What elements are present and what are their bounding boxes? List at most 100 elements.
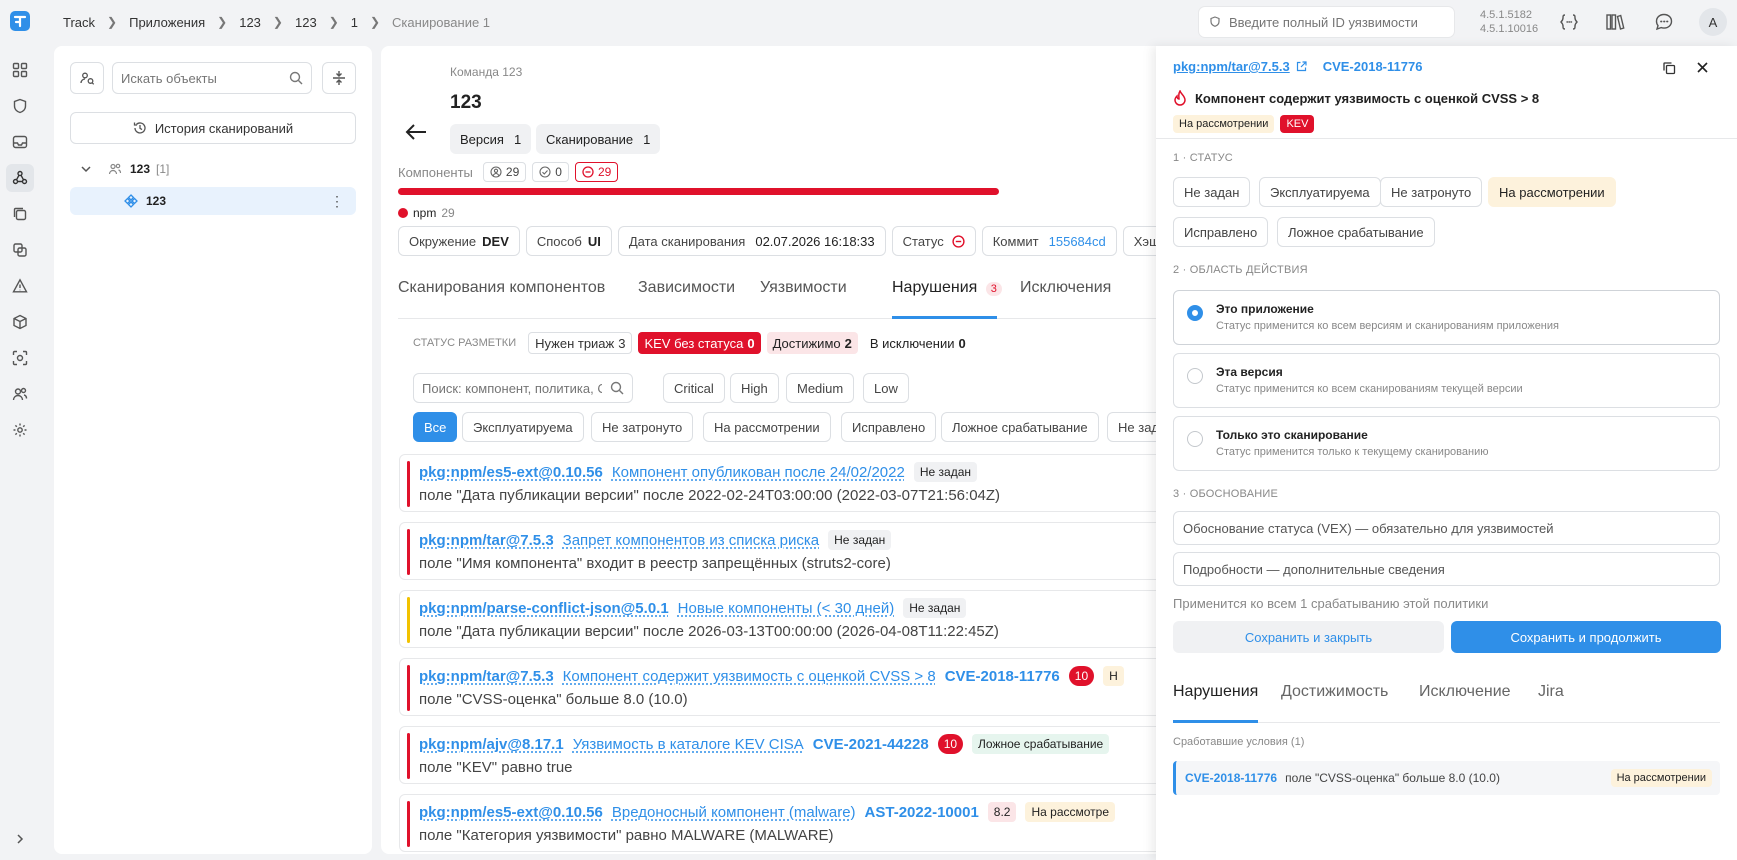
status-filter-all[interactable]: Все — [413, 412, 458, 442]
avatar[interactable]: A — [1699, 8, 1727, 36]
library-icon[interactable] — [1604, 11, 1626, 33]
external-link-icon[interactable] — [1296, 61, 1307, 72]
components-ok[interactable]: 0 — [532, 162, 569, 182]
status-filter-not-affected[interactable]: Не затронуто — [591, 412, 694, 442]
justification-field[interactable] — [1173, 511, 1720, 545]
status-option-not-affected[interactable]: Не затронуто — [1380, 177, 1483, 207]
violations-search-input[interactable] — [422, 380, 602, 396]
violation-package-link[interactable]: pkg:npm/tar@7.5.3 — [419, 668, 554, 685]
scan-icon[interactable] — [11, 349, 29, 367]
users-icon[interactable] — [11, 385, 29, 403]
chevron-down-icon[interactable] — [80, 163, 92, 175]
status-option-exploitable[interactable]: Эксплуатируема — [1259, 177, 1381, 207]
chip-reachable[interactable]: Достижимо 2 — [766, 332, 858, 354]
copy-icon[interactable] — [11, 205, 29, 223]
status-option-resolved[interactable]: Исправлено — [1173, 217, 1269, 247]
violations-search[interactable] — [413, 373, 633, 403]
violation-row[interactable]: pkg:npm/es5-ext@0.10.56 Вредоносный комп… — [399, 794, 1161, 852]
tab-violations[interactable]: Нарушения 3 — [892, 279, 1002, 297]
save-continue-button[interactable]: Сохранить и продолжить — [1451, 621, 1721, 653]
scope-option-version[interactable]: Эта версия Статус применится ко всем ска… — [1173, 353, 1720, 408]
chip-needs-triage[interactable]: Нужен триаж 3 — [528, 332, 633, 354]
components-total[interactable]: 29 — [482, 162, 527, 182]
triggered-condition-row[interactable]: CVE-2018-11776 поле "CVSS-оценка" больше… — [1173, 761, 1720, 795]
collapse-tree-button[interactable] — [322, 62, 356, 94]
violation-package-link[interactable]: pkg:npm/ajv@8.17.1 — [419, 736, 564, 753]
expand-rail-icon[interactable] — [11, 830, 29, 848]
tree-item-app[interactable]: 123 ⋮ — [70, 187, 356, 215]
breadcrumb-item-project[interactable]: 123 — [295, 15, 317, 30]
commit-link[interactable]: 155684cd — [1049, 234, 1106, 249]
violation-package-link[interactable]: pkg:npm/es5-ext@0.10.56 — [419, 804, 603, 821]
package-icon[interactable] — [11, 313, 29, 331]
status-filter-in-triage[interactable]: На рассмотрении — [703, 412, 831, 442]
status-filter-resolved[interactable]: Исправлено — [841, 412, 937, 442]
scan-history-button[interactable]: История сканирований — [70, 112, 356, 144]
settings-icon[interactable] — [11, 421, 29, 439]
shield-icon[interactable] — [11, 97, 29, 115]
scope-option-scan[interactable]: Только это сканирование Статус применитс… — [1173, 416, 1720, 471]
violation-policy-link[interactable]: Запрет компонентов из списка риска — [563, 532, 819, 549]
tab-dependencies[interactable]: Зависимости — [638, 279, 735, 297]
breadcrumb-item-app[interactable]: 123 — [239, 15, 261, 30]
filter-critical[interactable]: Critical — [663, 373, 725, 403]
layers-icon[interactable] — [11, 241, 29, 259]
breadcrumb-item-track[interactable]: Track — [63, 15, 95, 30]
violation-row[interactable]: pkg:npm/parse-conflict-json@5.0.1 Новые … — [399, 590, 1161, 648]
violation-policy-link[interactable]: Уязвимость в каталоге KEV CISA — [573, 736, 804, 753]
more-vertical-icon[interactable]: ⋮ — [330, 194, 344, 208]
save-close-button[interactable]: Сохранить и закрыть — [1173, 621, 1444, 653]
status-option-false-positive[interactable]: Ложное срабатывание — [1277, 217, 1435, 247]
tab-exceptions[interactable]: Исключения — [1020, 279, 1111, 297]
panel-tab-violations[interactable]: Нарушения — [1173, 683, 1258, 701]
logo-icon[interactable] — [9, 10, 31, 32]
version-chip[interactable]: Версия 1 — [450, 124, 532, 154]
breadcrumb-item-version[interactable]: 1 — [351, 15, 358, 30]
status-filter-exploitable[interactable]: Эксплуатируема — [462, 412, 584, 442]
details-input[interactable] — [1183, 561, 1703, 577]
violation-row[interactable]: pkg:npm/ajv@8.17.1 Уязвимость в каталоге… — [399, 726, 1161, 784]
components-violations[interactable]: 29 — [574, 162, 619, 182]
violation-package-link[interactable]: pkg:npm/parse-conflict-json@5.0.1 — [419, 600, 669, 617]
violation-row[interactable]: pkg:npm/es5-ext@0.10.56 Компонент опубли… — [399, 454, 1161, 512]
tab-component-scans[interactable]: Сканирования компонентов — [398, 279, 605, 297]
filter-high[interactable]: High — [730, 373, 779, 403]
components-icon[interactable] — [6, 164, 34, 192]
violation-policy-link[interactable]: Компонент опубликован после 24/02/2022 — [612, 464, 905, 481]
copy-icon[interactable] — [1662, 61, 1676, 75]
justification-input[interactable] — [1183, 520, 1703, 536]
filter-low[interactable]: Low — [863, 373, 909, 403]
status-option-in-triage[interactable]: На рассмотрении — [1488, 177, 1616, 207]
objects-search[interactable] — [112, 62, 312, 94]
panel-tab-exception[interactable]: Исключение — [1419, 683, 1511, 701]
back-arrow-icon[interactable] — [405, 123, 427, 141]
group-filter-button[interactable] — [70, 62, 104, 94]
chip-in-exception[interactable]: В исключении 0 — [864, 332, 972, 354]
chat-icon[interactable] — [1653, 11, 1675, 33]
violation-package-link[interactable]: pkg:npm/es5-ext@0.10.56 — [419, 464, 603, 481]
violation-policy-link[interactable]: Новые компоненты (< 30 дней) — [678, 600, 895, 617]
violation-row[interactable]: pkg:npm/tar@7.5.3 Запрет компонентов из … — [399, 522, 1161, 580]
triggered-cve-link[interactable]: CVE-2018-11776 — [1185, 771, 1277, 785]
violation-policy-link[interactable]: Компонент содержит уязвимость с оценкой … — [563, 668, 936, 685]
violation-cve-link[interactable]: CVE-2021-44228 — [813, 736, 929, 753]
status-option-not-set[interactable]: Не задан — [1173, 177, 1251, 207]
dashboard-icon[interactable] — [11, 61, 29, 79]
details-field[interactable] — [1173, 552, 1720, 586]
vulnerability-id-input[interactable] — [1229, 14, 1449, 30]
scan-chip[interactable]: Сканирование 1 — [536, 124, 661, 154]
violation-cve-link[interactable]: AST-2022-10001 — [865, 804, 979, 821]
inbox-icon[interactable] — [11, 133, 29, 151]
filter-medium[interactable]: Medium — [786, 373, 855, 403]
violation-package-link[interactable]: pkg:npm/tar@7.5.3 — [419, 532, 554, 549]
panel-package-link[interactable]: pkg:npm/tar@7.5.3 — [1173, 59, 1290, 74]
violation-policy-link[interactable]: Вредоносный компонент (malware) — [612, 804, 856, 821]
violation-cve-link[interactable]: CVE-2018-11776 — [945, 668, 1060, 685]
api-braces-icon[interactable] — [1558, 11, 1580, 33]
status-filter-false-positive[interactable]: Ложное срабатывание — [941, 412, 1099, 442]
panel-tab-jira[interactable]: Jira — [1538, 683, 1564, 701]
objects-search-input[interactable] — [121, 70, 281, 86]
tree-item-team[interactable]: 123 [1] — [70, 155, 356, 183]
chip-kev-no-status[interactable]: KEV без статуса 0 — [638, 332, 761, 354]
close-icon[interactable] — [1696, 61, 1709, 74]
